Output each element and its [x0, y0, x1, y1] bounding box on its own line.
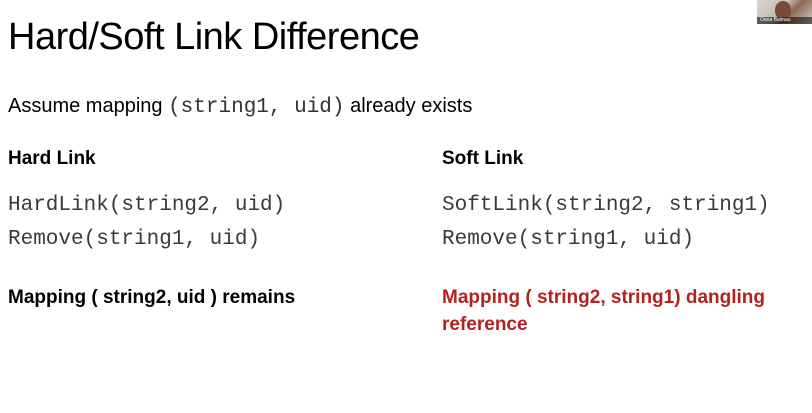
webcam-thumbnail[interactable]: Oana Balmau	[757, 0, 812, 24]
assumption-line: Assume mapping (string1, uid) already ex…	[8, 95, 472, 119]
assumption-code: (string1, uid)	[168, 96, 345, 119]
soft-link-code-line-2: Remove(string1, uid)	[442, 228, 695, 251]
assumption-prefix: Assume mapping	[8, 95, 169, 117]
soft-link-result: Mapping ( string2, string1) dangling ref…	[442, 287, 765, 335]
soft-link-code-line-1: SoftLink(string2, string1)	[442, 194, 770, 217]
hard-link-code-line-1: HardLink(string2, uid)	[8, 194, 286, 217]
webcam-name-label: Oana Balmau	[757, 17, 812, 24]
slide-title: Hard/Soft Link Difference	[8, 16, 420, 58]
soft-link-heading: Soft Link	[442, 148, 524, 169]
hard-link-heading: Hard Link	[8, 148, 96, 169]
hard-link-result: Mapping ( string2, uid ) remains	[8, 287, 296, 308]
hard-link-code-line-2: Remove(string1, uid)	[8, 228, 261, 251]
assumption-suffix: already exists	[344, 95, 473, 117]
